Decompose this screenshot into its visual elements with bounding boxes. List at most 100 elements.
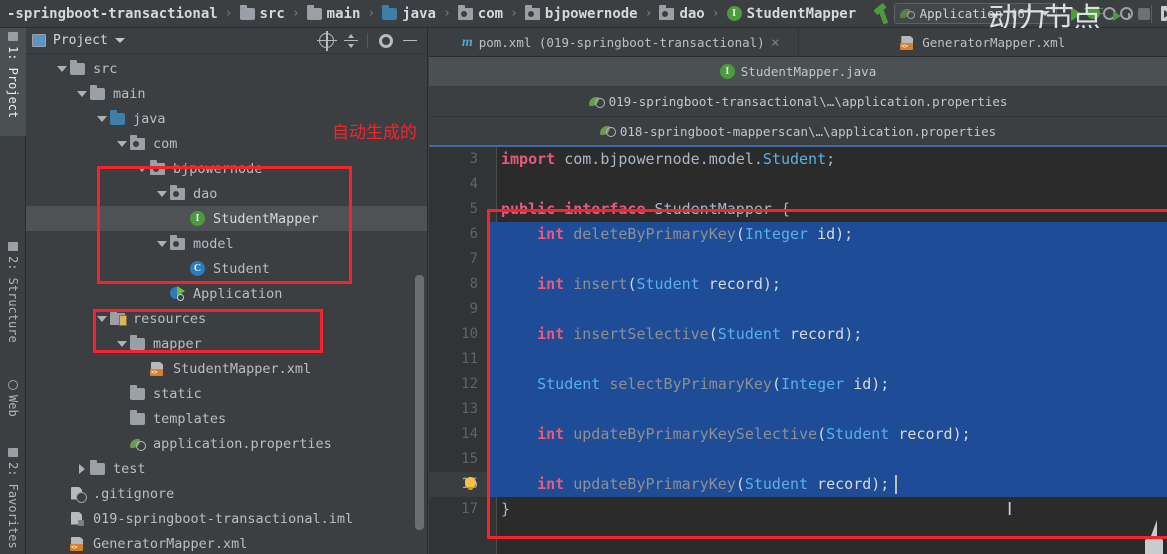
tree-item-studentmapper[interactable]: I StudentMapper	[26, 206, 427, 231]
tree-item-test[interactable]: test	[26, 456, 427, 481]
breadcrumb-item-com[interactable]: com	[457, 0, 503, 28]
tree-item-model[interactable]: model	[26, 231, 427, 256]
code-line[interactable]: import com.bjpowernode.model.Student;	[487, 147, 1167, 172]
tab-018-application-properties[interactable]: 018-springboot-mapperscan\…\application.…	[429, 117, 1167, 147]
tree-item-gitignore[interactable]: .gitignore	[26, 481, 427, 506]
sidebar-item-structure[interactable]: 2: Structure	[0, 238, 26, 368]
tree-item-bjpowernode[interactable]: bjpowernode	[26, 156, 427, 181]
package-icon	[170, 234, 185, 250]
xml-file-icon: <>	[900, 36, 915, 50]
build-project-button[interactable]	[872, 2, 889, 24]
tree-twisty[interactable]	[94, 115, 110, 122]
tab-studentmapper-java[interactable]: I StudentMapper.java	[429, 57, 1167, 87]
breadcrumb-item-src[interactable]: src	[239, 0, 285, 28]
tree-item-application[interactable]: Application	[26, 281, 427, 306]
tree-twisty[interactable]	[94, 315, 110, 322]
tree-item-label: .gitignore	[93, 485, 175, 502]
code-line[interactable]: int deleteByPrimaryKey(Integer id);	[487, 222, 1167, 247]
tree-twisty[interactable]	[114, 140, 130, 147]
code-line[interactable]	[487, 297, 1167, 322]
profiler-button[interactable]	[1118, 4, 1133, 24]
line-number: 6	[469, 226, 478, 242]
code-line[interactable]: int insert(Student record);	[487, 272, 1167, 297]
run-configuration-selector[interactable]: Application (6)	[893, 3, 1058, 24]
code-line[interactable]	[487, 247, 1167, 272]
line-number: 5	[469, 201, 478, 217]
layout-icon	[1160, 5, 1167, 21]
tree-item-studentmapper-xml[interactable]: <> StudentMapper.xml	[26, 356, 427, 381]
code-line[interactable]	[487, 447, 1167, 472]
project-tree-scrollbar[interactable]	[415, 275, 424, 530]
code-editor[interactable]: 3 4 5 6 7 8 9 10 11 12 13 14 15 16 17 import com.bjpow…	[429, 147, 1167, 554]
layout-button[interactable]	[1160, 4, 1167, 24]
code-line[interactable]	[487, 172, 1167, 197]
tree-item-templates[interactable]: templates	[26, 406, 427, 431]
code-token: ;	[826, 150, 836, 168]
tree-twisty[interactable]	[74, 90, 90, 97]
tree-item-generatormapper-xml[interactable]: <> GeneratorMapper.xml	[26, 531, 427, 554]
idea-window: -springboot-transactional › src › main ›…	[0, 0, 1167, 554]
tab-019-application-properties[interactable]: 019-springboot-transactional\…\applicati…	[429, 87, 1167, 117]
tree-item-label: StudentMapper.xml	[173, 360, 312, 377]
tree-item-019-springboot-transactional-iml[interactable]: 019-springboot-transactional.iml	[26, 506, 427, 531]
tree-item-static[interactable]: static	[26, 381, 427, 406]
breadcrumb-item-main[interactable]: main	[306, 0, 360, 28]
hide-panel-button[interactable]	[399, 31, 421, 51]
tab-generatormapper-xml[interactable]: <> GeneratorMapper.xml	[799, 28, 1167, 57]
code-token: selectByPrimaryKey	[609, 375, 772, 393]
tree-twisty[interactable]	[134, 165, 150, 172]
tree-twisty[interactable]	[114, 340, 130, 347]
code-token: );	[952, 425, 971, 443]
tree-item-src[interactable]: src	[26, 56, 427, 81]
code-token: Student	[717, 325, 781, 343]
spring-properties-icon	[588, 95, 605, 109]
tree-item-main[interactable]: main	[26, 81, 427, 106]
breadcrumb-item-dao[interactable]: dao	[659, 0, 705, 28]
code-token: (	[708, 325, 718, 343]
tree-item-dao[interactable]: dao	[26, 181, 427, 206]
minus-icon	[403, 39, 417, 42]
select-opened-file-button[interactable]	[316, 30, 338, 51]
breadcrumb-item-bjpowernode[interactable]: bjpowernode	[524, 0, 638, 28]
folder-blue-icon	[382, 4, 398, 20]
tree-twisty[interactable]	[54, 65, 70, 72]
code-line[interactable]: int insertSelective(Student record);	[487, 322, 1167, 347]
tree-item-student[interactable]: C Student	[26, 256, 427, 281]
sidebar-item-project[interactable]: 1: Project	[0, 28, 26, 136]
breadcrumb-item-java[interactable]: java	[382, 0, 436, 28]
code-line[interactable]: int updateByPrimaryKey(Student record);	[487, 472, 1167, 497]
tree-item-label: main	[113, 85, 146, 102]
sidebar-item-web[interactable]: Web	[0, 376, 26, 438]
package-icon	[170, 184, 185, 200]
chevron-down-icon[interactable]	[114, 38, 125, 43]
collapse-all-button[interactable]	[340, 31, 362, 51]
code-line[interactable]	[487, 347, 1167, 372]
tree-item-resources[interactable]: resources	[26, 306, 427, 331]
breadcrumb-separator: ›	[224, 6, 233, 21]
run-button[interactable]	[1067, 4, 1083, 24]
settings-button[interactable]	[375, 31, 397, 51]
tree-twisty[interactable]	[154, 190, 170, 197]
intention-bulb-icon[interactable]	[465, 477, 477, 492]
debug-button[interactable]	[1084, 4, 1104, 24]
breadcrumb-label: dao	[679, 5, 705, 22]
sidebar-item-favorites[interactable]: 2: Favorites	[0, 444, 26, 554]
tree-item-application-properties[interactable]: application.properties	[26, 431, 427, 456]
code-line[interactable]	[487, 397, 1167, 422]
code-token: insertSelective	[573, 325, 709, 343]
tree-twisty[interactable]	[154, 240, 170, 247]
code-content[interactable]: import com.bjpowernode.model.Student; pub…	[487, 147, 1167, 554]
code-line[interactable]: int updateByPrimaryKeySelective(Student …	[487, 422, 1167, 447]
code-line[interactable]: public interface StudentMapper {	[487, 197, 1167, 222]
tab-pom-xml[interactable]: m pom.xml (019-springboot-transactional)…	[429, 28, 799, 57]
chevron-down-icon	[97, 115, 107, 122]
breadcrumb-item-studentmapper[interactable]: I StudentMapper	[726, 0, 856, 28]
stop-button[interactable]	[1134, 4, 1151, 24]
close-icon[interactable]: ×	[771, 35, 779, 51]
tree-twisty[interactable]	[74, 463, 90, 474]
code-line[interactable]: Student selectByPrimaryKey(Integer id);	[487, 372, 1167, 397]
breadcrumb-item-module[interactable]: -springboot-transactional	[2, 0, 218, 28]
run-with-coverage-button[interactable]	[1101, 4, 1121, 24]
code-line[interactable]: }	[487, 497, 1167, 522]
tree-item-mapper[interactable]: mapper	[26, 331, 427, 356]
